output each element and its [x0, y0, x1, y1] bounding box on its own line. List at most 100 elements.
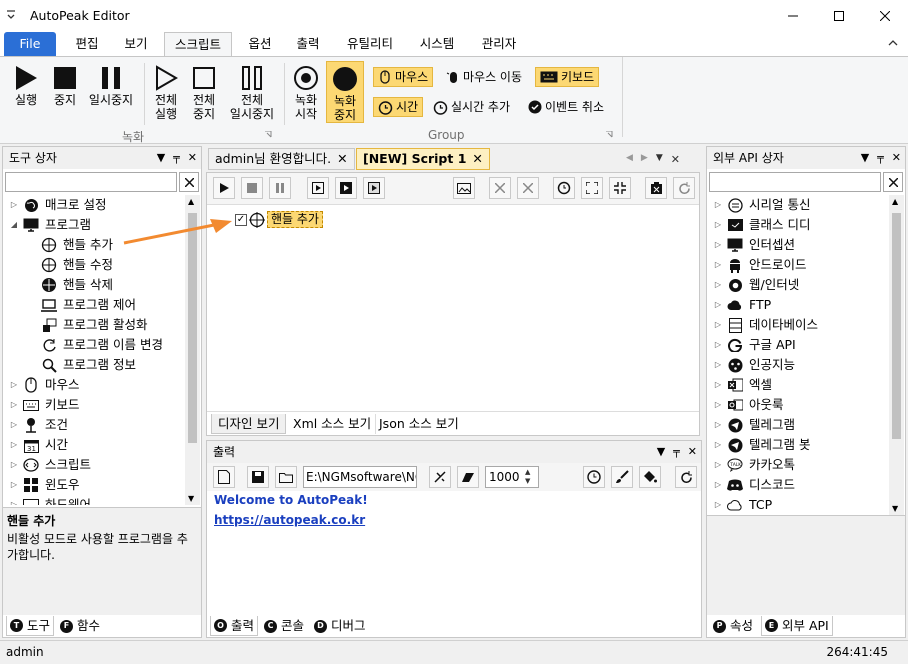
expand-arrow-icon[interactable]: ▷	[9, 375, 19, 395]
menu-edit[interactable]: 편집	[64, 32, 110, 56]
pause-script-button[interactable]	[269, 177, 291, 199]
tree-item[interactable]: 프로그램 정보	[27, 355, 136, 375]
clock-button[interactable]	[583, 466, 605, 488]
tree-item[interactable]: ▷ 윈도우	[9, 475, 80, 495]
menu-utility[interactable]: 유틸리티	[338, 32, 402, 56]
expand-button[interactable]	[581, 177, 603, 199]
close-button[interactable]	[862, 0, 908, 32]
system-menu-icon[interactable]	[6, 9, 16, 21]
expand-arrow-icon[interactable]: ▷	[713, 235, 723, 255]
dialog-launcher-icon[interactable]	[265, 131, 273, 139]
expand-arrow-icon[interactable]: ▷	[9, 415, 19, 435]
minimize-button[interactable]	[770, 0, 816, 32]
tree-item[interactable]: ▷ 아웃룩	[713, 395, 784, 415]
line-limit-input[interactable]: 1000	[485, 466, 539, 488]
keyboard-record-toggle[interactable]: 키보드	[535, 67, 600, 87]
expand-arrow-icon[interactable]: ▷	[713, 295, 723, 315]
pause-all-button[interactable]: 전체 일시중지	[226, 65, 278, 121]
scroll-up-icon[interactable]: ▲	[892, 197, 898, 206]
menu-file[interactable]: File	[4, 32, 56, 56]
website-link[interactable]: https://autopeak.co.kr	[214, 513, 365, 527]
expand-arrow-icon[interactable]: ▷	[713, 335, 723, 355]
node-checkbox[interactable]: ✓	[235, 213, 247, 226]
close-tab-icon[interactable]: ✕	[337, 148, 347, 170]
tab-functions[interactable]: F 함수	[57, 616, 103, 636]
run-from-button[interactable]	[335, 177, 357, 199]
tab-console[interactable]: C 콘솔	[261, 616, 307, 636]
expand-arrow-icon[interactable]: ▷	[713, 435, 723, 455]
expand-arrow-icon[interactable]: ▷	[713, 475, 723, 495]
close-icon[interactable]: ✕	[188, 147, 197, 169]
save-log-button[interactable]	[247, 466, 269, 488]
dropdown-icon[interactable]: ▼	[861, 147, 869, 169]
mouse-record-toggle[interactable]: 마우스	[373, 67, 434, 87]
pin-icon[interactable]: ╤	[173, 147, 180, 169]
tool-search-input[interactable]	[5, 172, 177, 192]
tree-item[interactable]: 프로그램 활성화	[27, 315, 147, 335]
menu-output[interactable]: 출력	[288, 32, 328, 56]
tab-json-view[interactable]: Json 소스 보기	[375, 414, 463, 434]
record-stop-button[interactable]: 녹화 중지	[326, 61, 364, 123]
tab-prev-icon[interactable]: ◀	[626, 153, 633, 166]
stop-script-button[interactable]	[241, 177, 263, 199]
tree-item[interactable]: ▷ 디스코드	[713, 475, 795, 495]
dialog-launcher-icon[interactable]	[606, 131, 614, 139]
refresh-output-button[interactable]	[675, 466, 697, 488]
pause-button[interactable]: 일시중지	[86, 65, 136, 107]
tree-item[interactable]: ▷ FTP	[713, 295, 771, 315]
tab-list-icon[interactable]: ▼	[656, 153, 663, 166]
expand-arrow-icon[interactable]: ▷	[713, 495, 723, 513]
realtime-add-toggle[interactable]: 실시간 추가	[429, 97, 514, 117]
tab-xml-view[interactable]: Xml 소스 보기	[289, 414, 377, 434]
new-log-button[interactable]	[213, 466, 235, 488]
tab-design-view[interactable]: 디자인 보기	[211, 414, 287, 434]
step-button[interactable]	[307, 177, 329, 199]
tree-item[interactable]: ▷ 엑셀	[713, 375, 772, 395]
tree-item[interactable]: 프로그램 이름 변경	[27, 335, 163, 355]
tree-item[interactable]: ▷ 인공지능	[713, 355, 795, 375]
expand-arrow-icon[interactable]: ▷	[713, 395, 723, 415]
tree-item[interactable]: 핸들 수정	[27, 255, 113, 275]
history-button[interactable]	[553, 177, 575, 199]
tree-item[interactable]: ▷ 시리얼 통신	[713, 195, 810, 215]
record-start-button[interactable]: 녹화 시작	[288, 65, 324, 121]
tree-item[interactable]: ▷ 스크립트	[9, 455, 91, 475]
fill-button[interactable]	[639, 466, 661, 488]
menu-view[interactable]: 보기	[114, 32, 158, 56]
dropdown-icon[interactable]: ▼	[657, 441, 665, 463]
collapse-ribbon-icon[interactable]	[888, 39, 898, 47]
event-cancel-button[interactable]: 이벤트 취소	[524, 97, 608, 117]
mouse-move-toggle[interactable]: 마우스 이동	[442, 67, 526, 87]
menu-admin[interactable]: 관리자	[474, 32, 524, 56]
tree-item[interactable]: ▷ 마우스	[9, 375, 80, 395]
run-selection-button[interactable]	[363, 177, 385, 199]
stop-button[interactable]: 중지	[48, 65, 82, 107]
tree-item[interactable]: ▷ 텔레그램	[713, 415, 795, 435]
expand-arrow-icon[interactable]: ▷	[713, 195, 723, 215]
tab-welcome[interactable]: admin님 환영합니다. ✕	[208, 148, 355, 170]
tab-next-icon[interactable]: ▶	[641, 153, 648, 166]
close-tab-icon[interactable]: ✕	[472, 148, 482, 170]
scroll-up-icon[interactable]: ▲	[188, 197, 194, 206]
tree-item[interactable]: ▷ 하드웨어	[9, 495, 91, 505]
tree-item[interactable]: ▷ 인터셉션	[713, 235, 795, 255]
tree-item[interactable]: ▷ TALK 카카오톡	[713, 455, 795, 475]
expand-arrow-icon[interactable]: ▷	[713, 375, 723, 395]
time-record-toggle[interactable]: 시간	[373, 97, 424, 117]
close-icon[interactable]: ✕	[688, 441, 697, 463]
number-spinner[interactable]: ▲ ▼	[525, 468, 530, 486]
api-tree-scrollbar[interactable]: ▲ ▼	[889, 195, 904, 515]
menu-options[interactable]: 옵션	[238, 32, 282, 56]
log-path-input[interactable]: E:\NGMsoftware\NG	[303, 466, 417, 488]
expand-arrow-icon[interactable]: ▷	[9, 395, 19, 415]
expand-arrow-icon[interactable]: ▷	[713, 415, 723, 435]
tab-debug[interactable]: D 디버그	[311, 616, 369, 636]
scroll-down-icon[interactable]: ▼	[188, 494, 194, 503]
clear-search-button[interactable]	[883, 172, 903, 192]
expand-arrow-icon[interactable]: ▷	[9, 475, 19, 495]
run-button[interactable]: 실행	[8, 65, 44, 107]
pin-icon[interactable]: ╤	[673, 441, 680, 463]
expand-arrow-icon[interactable]: ▷	[713, 315, 723, 335]
tree-item[interactable]: ▷ 클래스 디디	[713, 215, 811, 235]
tree-item[interactable]: 프로그램 제어	[27, 295, 136, 315]
